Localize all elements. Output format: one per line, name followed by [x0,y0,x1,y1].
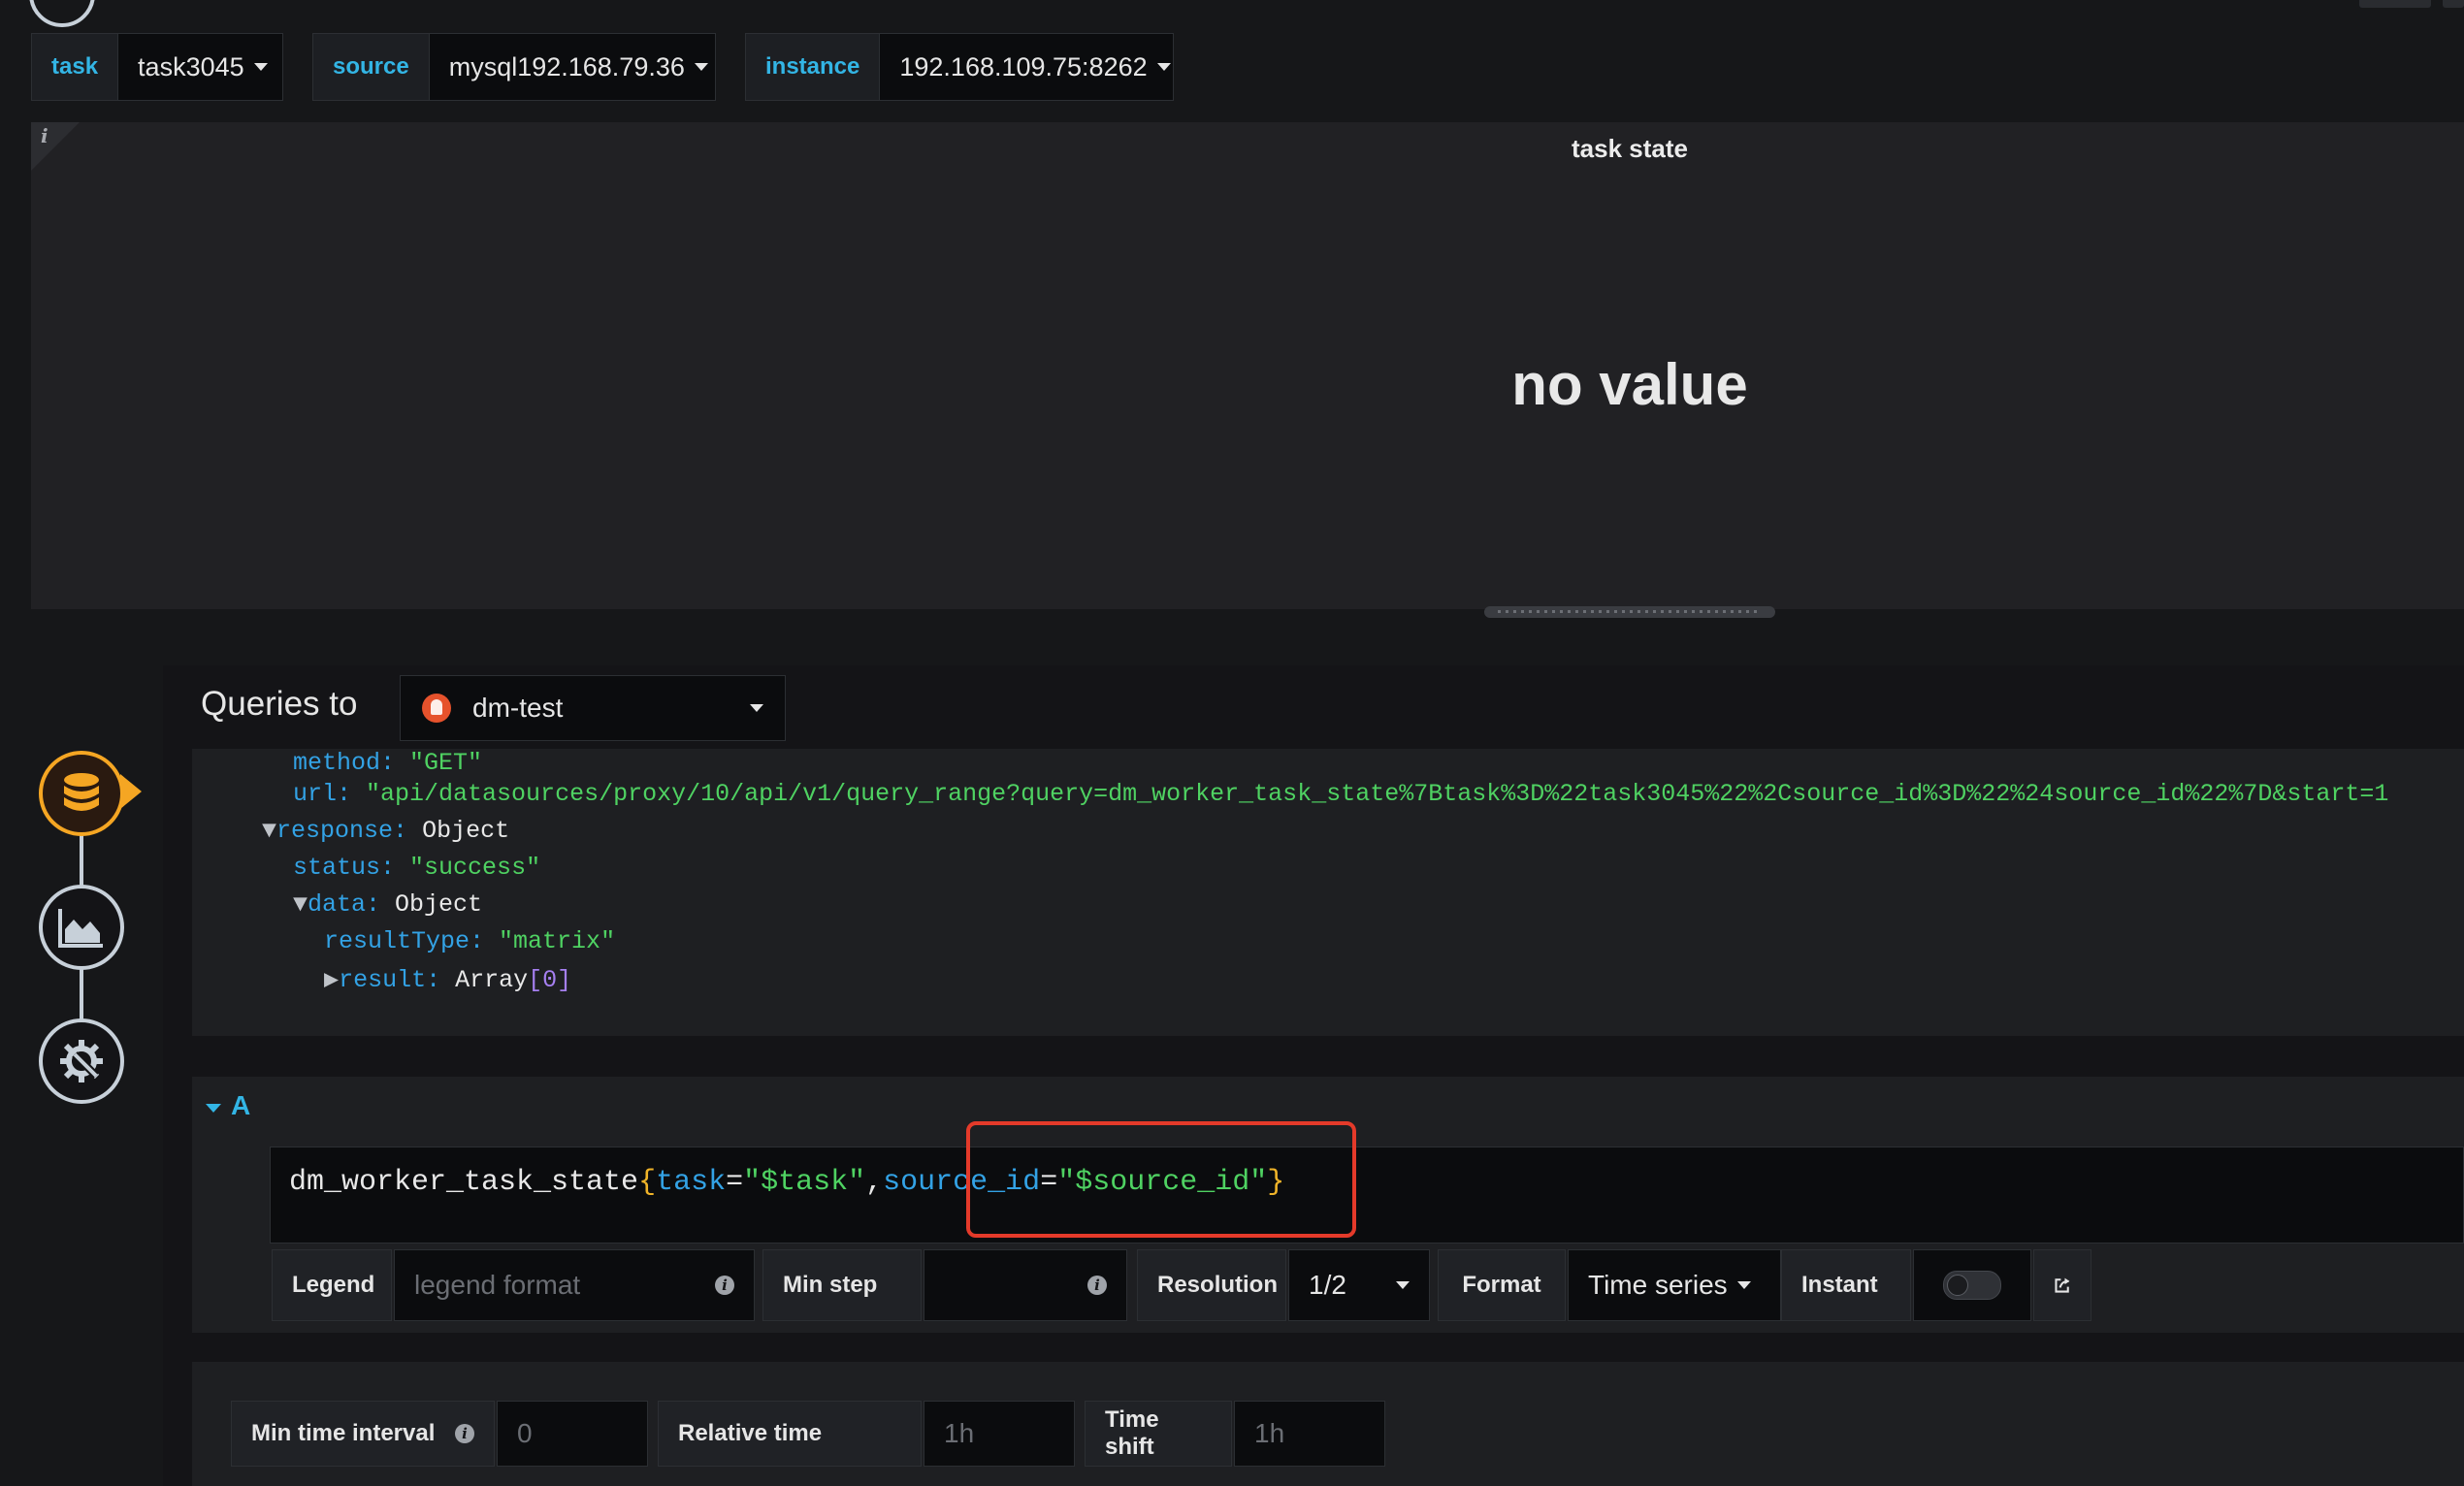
singlestat-panel [31,122,2464,609]
variable-task[interactable]: task task3045 [31,33,283,101]
info-icon[interactable]: i [715,1276,734,1295]
chart-area-icon [58,909,103,948]
external-link-icon [2055,1277,2070,1293]
prometheus-icon [422,694,451,723]
time-shift-label: Time shift [1085,1401,1232,1467]
variable-instance-label: instance [746,34,881,100]
relative-time-input[interactable]: 1h [924,1401,1075,1467]
inspector-line-method: method: "GET" [293,749,483,777]
min-step-input[interactable]: i [924,1249,1127,1321]
datasource-picker[interactable]: dm-test [400,675,786,741]
query-ref-id[interactable]: A [231,1090,250,1121]
variable-source[interactable]: source mysql192.168.79.36 [312,33,716,101]
panel-info-corner[interactable] [31,122,80,171]
inspector-line-result[interactable]: ▶result: Array[0] [324,964,571,994]
min-step-label: Min step [762,1249,922,1321]
resolution-label: Resolution [1137,1249,1286,1321]
step-visualization[interactable] [39,885,124,970]
gear-wrench-icon [60,1040,103,1082]
query-inspector: method: "GET" url: "api/datasources/prox… [192,749,2464,1036]
format-select[interactable]: Time series [1568,1249,1781,1321]
chevron-down-icon [1396,1281,1410,1289]
info-icon[interactable]: i [41,124,49,147]
step-general[interactable] [39,1018,124,1104]
toolbar-button-2[interactable] [2443,0,2464,8]
inspector-line-data[interactable]: ▼data: Object [293,890,482,919]
min-time-interval-input[interactable]: 0 [497,1401,648,1467]
chevron-down-icon [694,63,708,71]
chevron-down-icon [1156,63,1171,71]
info-icon[interactable]: i [455,1424,474,1443]
variable-task-value[interactable]: task3045 [118,34,287,100]
panel-value: no value [1511,352,1748,417]
toolbar-button[interactable] [2359,0,2431,8]
database-icon [64,773,99,811]
info-icon[interactable]: i [1087,1276,1107,1295]
resolution-select[interactable]: 1/2 [1288,1249,1430,1321]
inspector-line-response[interactable]: ▼response: Object [262,817,509,845]
chevron-down-icon [1736,1281,1751,1289]
inspector-line-url: url: "api/datasources/proxy/10/api/v1/qu… [293,780,2389,808]
variable-source-value[interactable]: mysql192.168.79.36 [430,34,728,100]
legend-label: Legend [272,1249,392,1321]
time-shift-input[interactable]: 1h [1234,1401,1385,1467]
panel-resize-handle[interactable] [1484,606,1775,618]
variable-source-label: source [313,34,430,100]
format-label: Format [1438,1249,1566,1321]
variable-instance-value[interactable]: 192.168.109.75:8262 [880,34,1189,100]
grafana-home-icon[interactable] [29,0,95,27]
query-inspector-button[interactable] [2033,1249,2091,1321]
chevron-down-icon [750,704,763,712]
instant-toggle-wrap[interactable] [1913,1249,2031,1321]
relative-time-label: Relative time [658,1401,922,1467]
queries-to-label: Queries to [201,685,358,723]
min-time-interval-label: Min time interval i [231,1401,495,1467]
legend-input[interactable]: legend format i [394,1249,755,1321]
datasource-name: dm-test [472,693,564,723]
variable-task-label: task [32,34,119,100]
inspector-line-status: status: "success" [293,854,541,882]
panel-title[interactable]: task state [1513,134,1746,164]
step-queries[interactable] [39,751,124,836]
instant-toggle[interactable] [1943,1271,2001,1300]
highlight-annotation [966,1121,1356,1238]
instant-label: Instant [1781,1249,1911,1321]
collapse-caret-icon[interactable] [206,1104,221,1113]
variable-instance[interactable]: instance 192.168.109.75:8262 [745,33,1174,101]
active-step-pointer [120,774,142,809]
chevron-down-icon [253,63,268,71]
inspector-line-resulttype: resultType: "matrix" [324,927,616,955]
